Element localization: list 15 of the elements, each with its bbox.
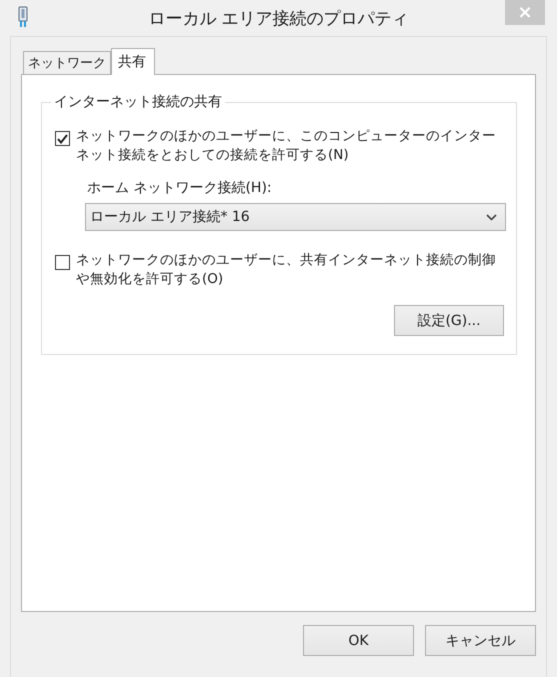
ok-button[interactable]: OK [303, 625, 414, 656]
network-adapter-icon [17, 6, 29, 28]
cancel-button[interactable]: キャンセル [425, 625, 536, 656]
group-title: インターネット接続の共有 [53, 93, 223, 111]
tab[interactable]: 共有 [111, 48, 155, 75]
chevron-down-icon [486, 214, 497, 220]
settings-button[interactable]: 設定(G)... [394, 305, 504, 336]
checkbox-label: ネットワークのほかのユーザーに、共有インターネット接続の制御や無効化を許可する(O) [76, 251, 496, 289]
window-title: ローカル エリア接続のプロパティ [148, 8, 409, 30]
dropdown[interactable]: ローカル エリア接続* 16 [85, 203, 506, 231]
checkbox-label: ネットワークのほかのユーザーに、このコンピューターのインターネット接続をとおしての接続を許可する(N) [76, 127, 496, 165]
checkbox[interactable] [55, 255, 70, 270]
field-label: ホーム ネットワーク接続(H): [86, 179, 273, 197]
checkbox[interactable] [55, 131, 70, 146]
tab[interactable]: ネットワーク [23, 51, 111, 74]
